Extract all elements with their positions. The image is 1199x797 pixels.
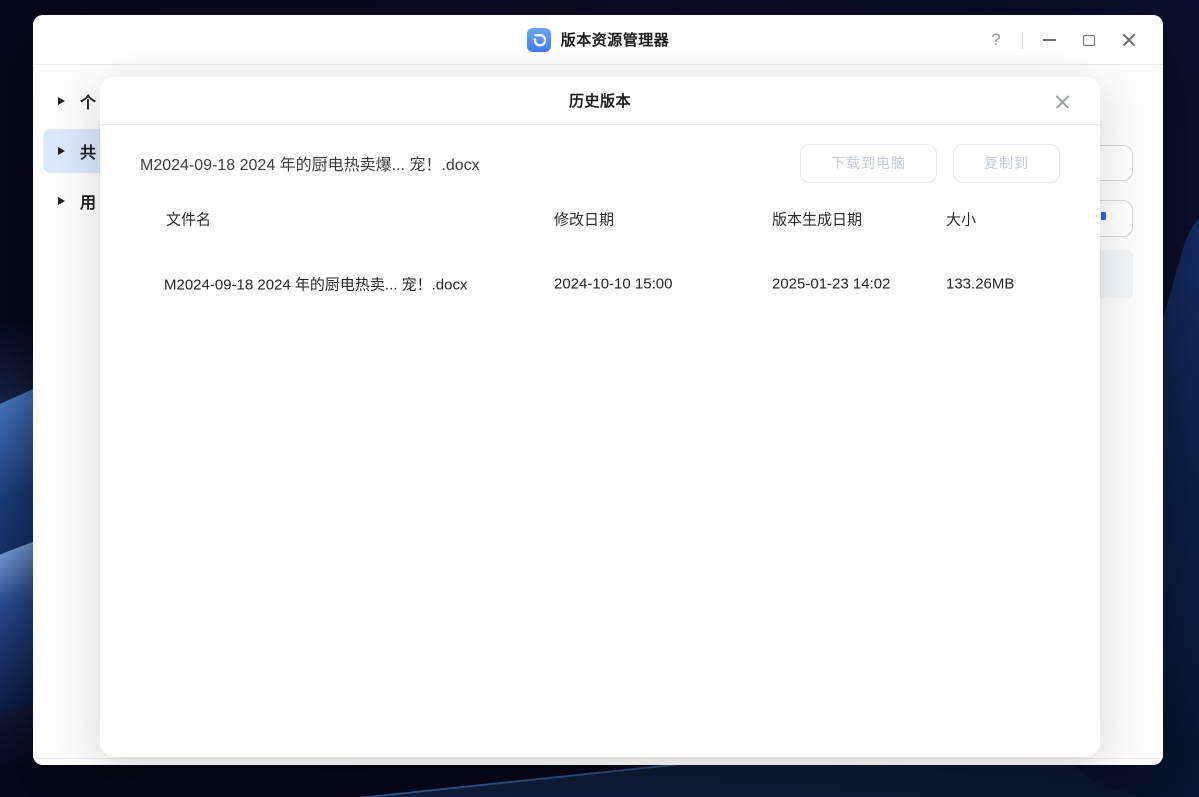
history-version-dialog: 历史版本 M2024-09-18 2024 年的厨电热卖爆... 宠！.docx… <box>100 77 1100 757</box>
dialog-actions: 下载到电脑 复制到 <box>800 144 1060 183</box>
app-window: 版本资源管理器 ? 个 <box>33 15 1163 765</box>
selected-file-row: M2024-09-18 2024 年的厨电热卖爆... 宠！.docx 下载到电… <box>140 143 1060 183</box>
cell-size: 133.26MB <box>946 276 1014 293</box>
titlebar: 版本资源管理器 ? <box>33 15 1163 65</box>
dialog-title: 历史版本 <box>569 90 631 111</box>
cell-version-date: 2025-01-23 14:02 <box>772 276 890 293</box>
column-header-version-date: 版本生成日期 <box>772 209 862 230</box>
desktop-wallpaper: 版本资源管理器 ? 个 <box>0 0 1199 797</box>
cell-modified: 2024-10-10 15:00 <box>554 276 672 293</box>
caret-right-icon <box>58 197 65 205</box>
title-group: 版本资源管理器 <box>527 28 670 52</box>
maximize-button[interactable] <box>1069 15 1109 65</box>
dialog-header: 历史版本 <box>100 77 1100 125</box>
column-header-size: 大小 <box>946 209 976 230</box>
download-to-pc-button[interactable]: 下载到电脑 <box>800 144 937 183</box>
sidebar-item-label: 个 <box>80 89 96 113</box>
title-controls: ? <box>976 15 1149 65</box>
table-row[interactable]: M2024-09-18 2024 年的厨电热卖... 宠！.docx 2024-… <box>100 262 1100 306</box>
minimize-icon <box>1043 39 1056 41</box>
help-icon: ? <box>991 30 1000 50</box>
maximize-icon <box>1083 35 1095 46</box>
background-button-accent-icon <box>1101 212 1106 220</box>
version-table: 文件名 修改日期 版本生成日期 大小 M2024-09-18 2024 年的厨电… <box>100 197 1100 306</box>
caret-right-icon <box>58 97 65 105</box>
copy-to-button[interactable]: 复制到 <box>953 144 1060 183</box>
column-header-modified: 修改日期 <box>554 209 614 230</box>
column-header-filename: 文件名 <box>166 209 211 230</box>
close-icon <box>1055 94 1070 109</box>
window-title: 版本资源管理器 <box>561 29 670 50</box>
statusbar-divider <box>33 758 1163 759</box>
sidebar-item-label: 用 <box>80 189 96 213</box>
sidebar-item-label: 共 <box>80 139 96 163</box>
close-icon <box>1122 33 1136 47</box>
caret-right-icon <box>58 147 65 155</box>
cell-filename: M2024-09-18 2024 年的厨电热卖... 宠！.docx <box>164 274 467 295</box>
minimize-button[interactable] <box>1029 15 1069 65</box>
help-button[interactable]: ? <box>976 15 1016 65</box>
selected-file-name: M2024-09-18 2024 年的厨电热卖爆... 宠！.docx <box>140 151 480 175</box>
dialog-close-button[interactable] <box>1050 89 1074 113</box>
table-header-row: 文件名 修改日期 版本生成日期 大小 <box>100 197 1100 241</box>
titlebar-divider <box>1022 32 1023 49</box>
close-button[interactable] <box>1109 15 1149 65</box>
app-history-icon <box>527 28 551 52</box>
